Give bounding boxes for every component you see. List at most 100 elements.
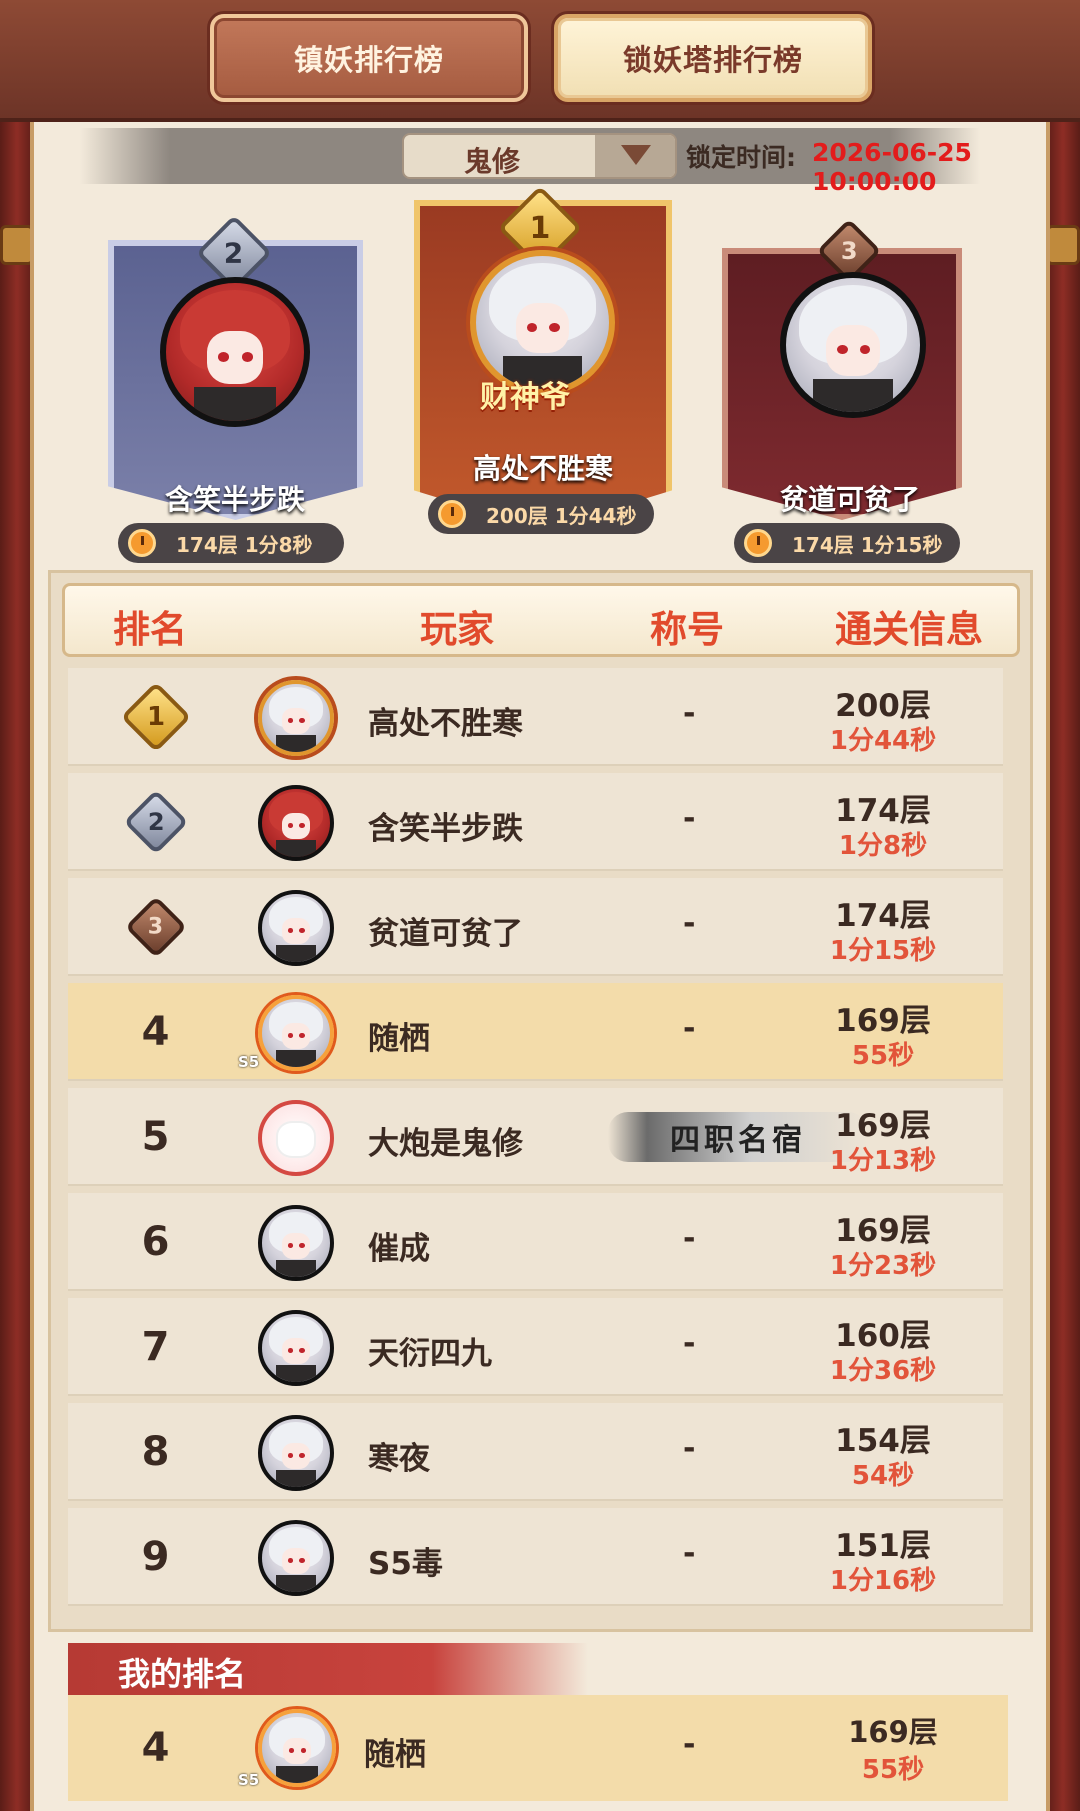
player-title: - — [683, 1431, 696, 1466]
table-row[interactable]: 2 含笑半步跌 - 174层 1分8秒 — [68, 773, 1003, 871]
rank-cell: 2 — [68, 773, 243, 871]
player-name[interactable]: 寒夜 — [368, 1433, 430, 1478]
table-row[interactable]: 6 催成 - 169层 1分23秒 — [68, 1193, 1003, 1291]
table-row[interactable]: 7 天衍四九 - 160层 1分36秒 — [68, 1298, 1003, 1396]
left-pillar-cap — [0, 225, 34, 265]
table-row[interactable]: 1 高处不胜寒 - 200层 1分44秒 — [68, 668, 1003, 766]
player-title: - — [683, 1536, 696, 1571]
time-value: 1分8秒 — [838, 831, 928, 861]
avatar[interactable] — [258, 1205, 334, 1281]
clock-icon — [438, 500, 466, 528]
podium-third-avatar[interactable] — [780, 272, 926, 418]
player-title: - — [683, 1221, 696, 1256]
dropdown-toggle[interactable] — [595, 135, 675, 177]
avatar[interactable] — [258, 890, 334, 966]
clock-icon — [128, 529, 156, 557]
avatar[interactable] — [258, 995, 334, 1071]
floor-value: 169层 — [835, 1003, 931, 1039]
tab-suoyaota-ranking[interactable]: 锁妖塔排行榜 — [554, 14, 872, 102]
my-rank-label: 我的排名 — [118, 1655, 247, 1693]
my-rank-banner: 我的排名 — [68, 1643, 588, 1695]
header-title: 称号 — [650, 608, 724, 651]
avatar[interactable] — [258, 1520, 334, 1596]
table-header: 排名 玩家 称号 通关信息 — [62, 583, 1020, 657]
player-name[interactable]: 高处不胜寒 — [368, 698, 523, 743]
header-rank: 排名 — [113, 608, 187, 651]
class-filter-dropdown[interactable]: 鬼修 — [402, 133, 677, 179]
avatar[interactable] — [258, 1310, 334, 1386]
table-row-self[interactable]: 4 S5 随栖 - 169层 55秒 — [68, 983, 1003, 1081]
time-value: 1分13秒 — [829, 1146, 937, 1176]
podium-first-record: 200层 1分44秒 — [428, 494, 654, 534]
my-avatar[interactable] — [258, 1709, 336, 1787]
my-rank-number: 4 — [141, 1725, 170, 1771]
podium-third-record: 174层 1分15秒 — [734, 523, 960, 563]
time-value: 1分44秒 — [829, 726, 937, 756]
header-player: 玩家 — [420, 608, 494, 651]
avatar[interactable] — [258, 785, 334, 861]
floor-value: 169层 — [835, 1108, 931, 1144]
top-tab-bar: 镇妖排行榜 锁妖塔排行榜 — [0, 0, 1080, 122]
left-pillar-decoration — [0, 122, 34, 1811]
player-name[interactable]: 贫道可贫了 — [368, 908, 523, 953]
player-name[interactable]: S5毒 — [368, 1538, 443, 1583]
avatar-season-tag: S5 — [238, 1771, 260, 1789]
tab-zhenyao-ranking[interactable]: 镇妖排行榜 — [210, 14, 528, 102]
podium-third-name: 贫道可贫了 — [779, 483, 920, 516]
lock-time-label: 锁定时间: — [686, 143, 796, 172]
avatar-season-tag: S5 — [238, 1053, 260, 1071]
my-floor-value: 169层 — [848, 1715, 938, 1749]
time-value: 1分23秒 — [829, 1251, 937, 1281]
player-title: - — [683, 696, 696, 731]
rank-3-badge-icon: 3 — [124, 895, 187, 959]
rank-number: 7 — [141, 1324, 170, 1370]
right-pillar-cap — [1046, 225, 1080, 265]
time-value: 1分36秒 — [829, 1356, 937, 1386]
avatar[interactable] — [258, 1100, 334, 1176]
table-row[interactable]: 8 寒夜 - 154层 54秒 — [68, 1403, 1003, 1501]
table-row[interactable]: 9 S5毒 - 151层 1分16秒 — [68, 1508, 1003, 1606]
time-value: 54秒 — [851, 1461, 915, 1491]
podium-second-record: 174层 1分8秒 — [118, 523, 344, 563]
player-title: - — [683, 906, 696, 941]
time-value: 1分15秒 — [829, 936, 937, 966]
player-name[interactable]: 天衍四九 — [368, 1328, 492, 1373]
player-name[interactable]: 含笑半步跌 — [368, 803, 523, 848]
podium-first-name: 高处不胜寒 — [472, 452, 613, 485]
class-filter-value: 鬼修 — [464, 145, 521, 178]
lock-time-value: 2026-06-25 10:00:00 — [812, 138, 972, 196]
rank-number: 5 — [141, 1114, 170, 1160]
right-pillar-decoration — [1046, 122, 1080, 1811]
chevron-down-icon — [621, 145, 651, 165]
my-player-name: 随栖 — [364, 1737, 426, 1773]
rank-1-badge-icon: 1 — [120, 681, 191, 753]
my-rank-row[interactable]: 4 S5 随栖 - 169层 55秒 — [68, 1695, 1008, 1801]
avatar[interactable] — [258, 680, 334, 756]
player-title: - — [683, 801, 696, 836]
rank-number: 4 — [141, 1009, 170, 1055]
rank-number: 8 — [141, 1429, 170, 1475]
rank-cell: 3 — [68, 878, 243, 976]
table-row[interactable]: 3 贫道可贫了 - 174层 1分15秒 — [68, 878, 1003, 976]
podium-second-avatar[interactable] — [160, 277, 310, 427]
floor-value: 151层 — [835, 1528, 931, 1564]
rank-cell: 1 — [68, 668, 243, 766]
avatar[interactable] — [258, 1415, 334, 1491]
my-time-value: 55秒 — [861, 1755, 925, 1785]
player-name[interactable]: 催成 — [368, 1223, 430, 1268]
floor-value: 174层 — [835, 898, 931, 934]
floor-value: 160层 — [835, 1318, 931, 1354]
time-value: 1分16秒 — [829, 1566, 937, 1596]
floor-value: 174层 — [835, 793, 931, 829]
player-name[interactable]: 大炮是鬼修 — [368, 1118, 523, 1163]
player-title: - — [683, 1326, 696, 1361]
podium-first-title-tag: 财神爷 — [480, 380, 570, 415]
rank-number: 9 — [141, 1534, 170, 1580]
player-name[interactable]: 随栖 — [368, 1013, 430, 1058]
rank-number: 6 — [141, 1219, 170, 1265]
floor-value: 169层 — [835, 1213, 931, 1249]
time-value: 55秒 — [851, 1041, 915, 1071]
table-row[interactable]: 5 大炮是鬼修 四职名宿 169层 1分13秒 — [68, 1088, 1003, 1186]
rank-2-badge-icon: 2 — [122, 789, 189, 855]
floor-value: 154层 — [835, 1423, 931, 1459]
